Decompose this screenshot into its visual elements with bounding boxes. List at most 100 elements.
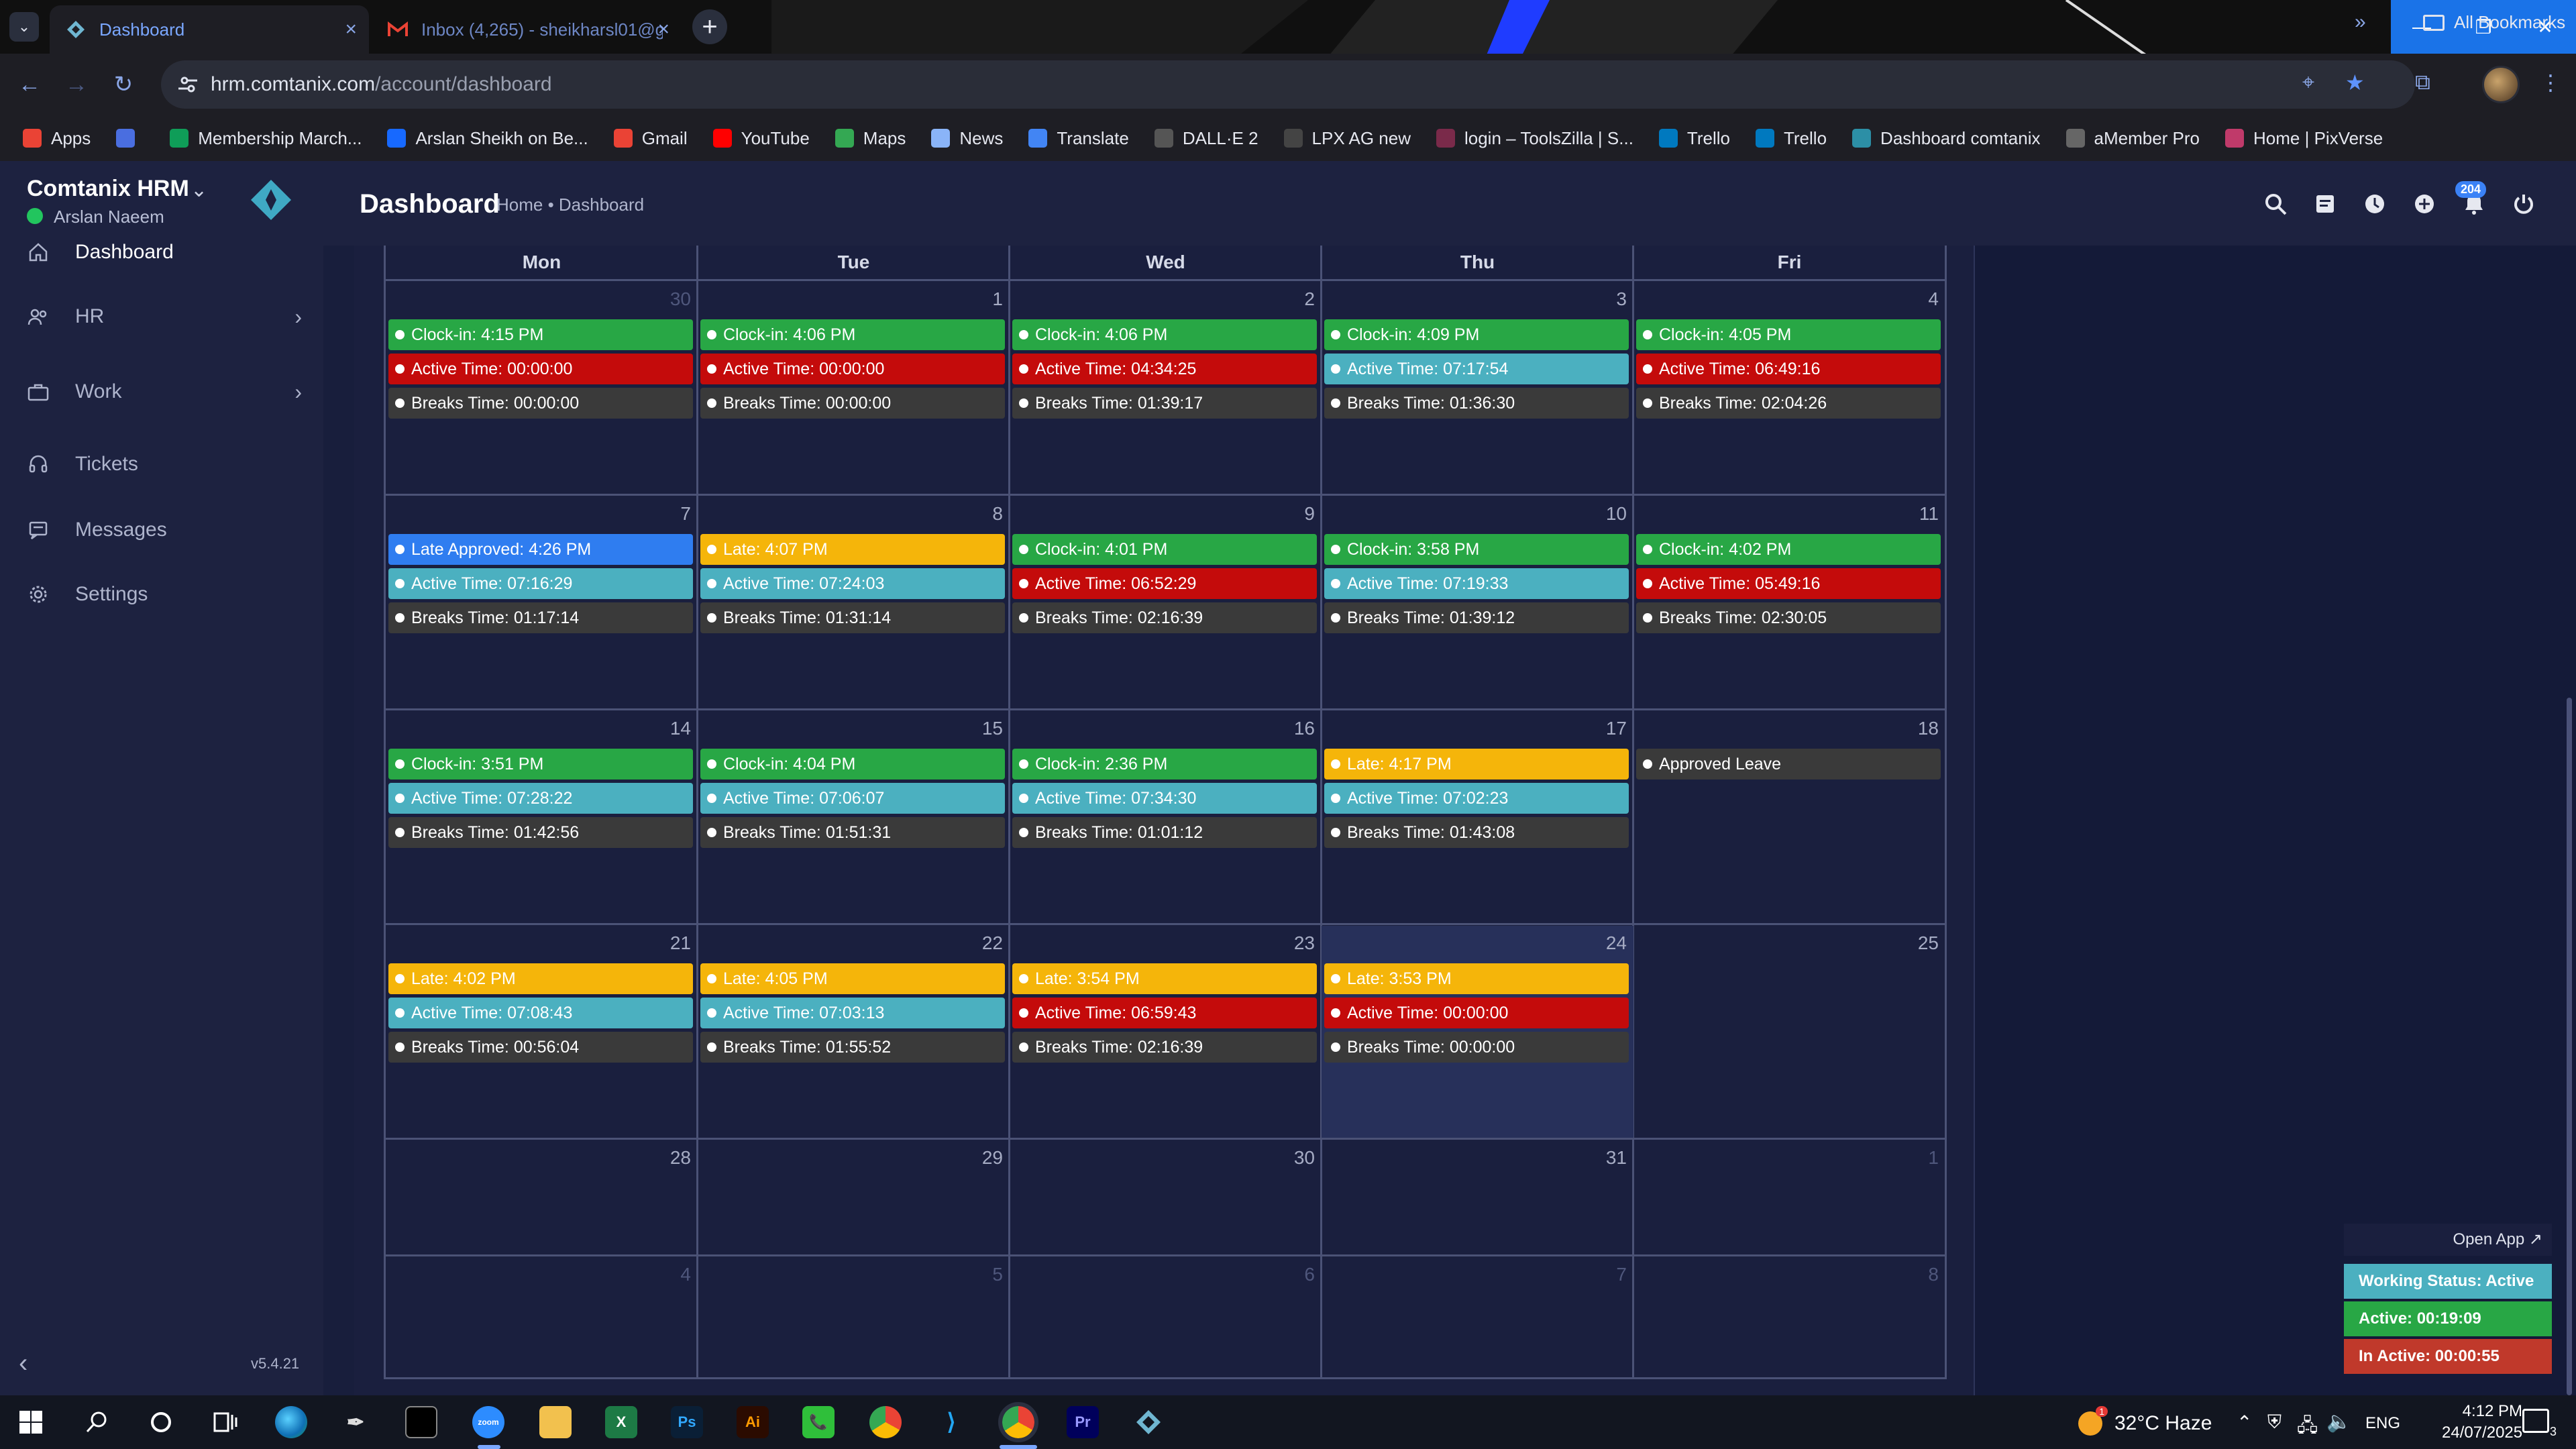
language-indicator[interactable]: ENG: [2365, 1414, 2400, 1433]
sidebar-item-dashboard[interactable]: Dashboard: [0, 225, 323, 279]
calendar-event-breaks[interactable]: Breaks Time: 01:39:12: [1324, 602, 1629, 633]
calendar-event-breaks[interactable]: Breaks Time: 01:55:52: [700, 1032, 1005, 1063]
calendar-event-clockin[interactable]: Clock-in: 4:05 PM: [1636, 319, 1941, 350]
calendar-event-active-red[interactable]: Active Time: 06:59:43: [1012, 998, 1317, 1028]
bookmark-dall-e-2[interactable]: DALL·E 2: [1154, 128, 1258, 149]
calendar-event-active-red[interactable]: Active Time: 04:34:25: [1012, 354, 1317, 384]
calendar-event-breaks[interactable]: Breaks Time: 01:43:08: [1324, 817, 1629, 848]
calendar-event-active-teal[interactable]: Active Time: 07:08:43: [388, 998, 693, 1028]
calendar-event-active-red[interactable]: Active Time: 00:00:00: [1324, 998, 1629, 1028]
volume-icon[interactable]: 🔈: [2326, 1410, 2351, 1434]
calendar-day-cell[interactable]: 23 Late: 3:54 PM Active Time: 06:59:43 Brea…: [1010, 926, 1322, 1138]
calendar-day-cell[interactable]: 4 Clock-in: 4:05 PM Active Time: 06:49:16 B…: [1633, 282, 1945, 494]
calendar-day-cell[interactable]: 9 Clock-in: 4:01 PM Active Time: 06:52:29 B…: [1010, 496, 1322, 708]
collapse-sidebar-icon[interactable]: ‹: [19, 1348, 28, 1379]
calendar-event-active-teal[interactable]: Active Time: 07:03:13: [700, 998, 1005, 1028]
calendar-day-cell[interactable]: 28: [386, 1140, 698, 1254]
calendar-event-breaks[interactable]: Breaks Time: 01:17:14: [388, 602, 693, 633]
bookmark-news[interactable]: News: [931, 128, 1003, 149]
close-tab-icon[interactable]: ×: [657, 18, 669, 41]
calendar-event-leave[interactable]: Approved Leave: [1636, 749, 1941, 780]
calendar-day-cell[interactable]: 22 Late: 4:05 PM Active Time: 07:03:13 Brea…: [698, 926, 1010, 1138]
calendar-day-cell[interactable]: 8: [1633, 1257, 1945, 1377]
bookmark-maps[interactable]: Maps: [835, 128, 906, 149]
reload-icon[interactable]: ↻: [107, 68, 140, 101]
illustrator-icon[interactable]: Ai: [737, 1406, 769, 1438]
calendar-day-cell[interactable]: 25: [1633, 926, 1945, 1138]
comtanix-app-icon[interactable]: [1132, 1406, 1165, 1438]
brand-title[interactable]: Comtanix HRM: [27, 176, 189, 202]
calendar-day-cell[interactable]: 30 Clock-in: 4:15 PM Active Time: 00:00:00…: [386, 282, 698, 494]
bookmark-arslan-sheikh-on-be[interactable]: Arslan Sheikh on Be...: [387, 128, 588, 149]
calendar-event-late-approved[interactable]: Late Approved: 4:26 PM: [388, 534, 693, 565]
calendar-event-breaks[interactable]: Breaks Time: 00:56:04: [388, 1032, 693, 1063]
system-clock[interactable]: 4:12 PM 24/07/2025: [2442, 1401, 2522, 1444]
calendar-event-breaks[interactable]: Breaks Time: 01:42:56: [388, 817, 693, 848]
calendar-day-cell[interactable]: 6: [1010, 1257, 1322, 1377]
address-bar[interactable]: hrm.comtanix.com/account/dashboard: [161, 60, 2415, 109]
calendar-event-active-red[interactable]: Active Time: 06:52:29: [1012, 568, 1317, 599]
calendar-day-cell[interactable]: 16 Clock-in: 2:36 PM Active Time: 07:34:30…: [1010, 711, 1322, 923]
tab-dashboard[interactable]: Dashboard ×: [50, 5, 369, 54]
bookmark-star-icon[interactable]: ★: [2345, 70, 2365, 95]
calendar-event-late[interactable]: Late: 4:05 PM: [700, 963, 1005, 994]
calendar-event-breaks[interactable]: Breaks Time: 00:00:00: [388, 388, 693, 419]
calendar-event-breaks[interactable]: Breaks Time: 02:16:39: [1012, 602, 1317, 633]
profile-avatar[interactable]: [2482, 66, 2520, 103]
location-pin-icon[interactable]: ⌖: [2302, 70, 2314, 95]
calendar-event-active-teal[interactable]: Active Time: 07:02:23: [1324, 783, 1629, 814]
sidebar-item-settings[interactable]: Settings: [0, 568, 323, 621]
bookmark-home-pixverse[interactable]: Home | PixVerse: [2225, 128, 2383, 149]
calendar-day-cell[interactable]: 8 Late: 4:07 PM Active Time: 07:24:03 Break…: [698, 496, 1010, 708]
tab-inbox[interactable]: Inbox (4,265) - sheikharsl01@g ×: [372, 5, 682, 54]
notification-center-icon[interactable]: 3: [2522, 1409, 2557, 1438]
notes-icon[interactable]: [2312, 191, 2339, 217]
calendar-event-breaks[interactable]: Breaks Time: 00:00:00: [700, 388, 1005, 419]
breadcrumb[interactable]: Home • Dashboard: [496, 195, 644, 215]
bookmark-lpx-ag-new[interactable]: LPX AG new: [1283, 128, 1411, 149]
bookmark-apps[interactable]: Apps: [23, 128, 91, 149]
chevron-down-icon[interactable]: ⌄: [191, 178, 207, 202]
bookmark-login-toolszilla-s[interactable]: login – ToolsZilla | S...: [1436, 128, 1633, 149]
close-tab-icon[interactable]: ×: [345, 18, 357, 41]
calendar-day-cell[interactable]: 7: [1322, 1257, 1633, 1377]
calendar-day-cell[interactable]: 21 Late: 4:02 PM Active Time: 07:08:43 Brea…: [386, 926, 698, 1138]
premiere-icon[interactable]: Pr: [1067, 1406, 1099, 1438]
calendar-event-active-red[interactable]: Active Time: 00:00:00: [388, 354, 693, 384]
calendar-day-cell[interactable]: 11 Clock-in: 4:02 PM Active Time: 05:49:16…: [1633, 496, 1945, 708]
calendar-day-cell[interactable]: 10 Clock-in: 3:58 PM Active Time: 07:19:33…: [1322, 496, 1633, 708]
calendar-day-cell[interactable]: 3 Clock-in: 4:09 PM Active Time: 07:17:54 B…: [1322, 282, 1633, 494]
calendar-day-cell[interactable]: 2 Clock-in: 4:06 PM Active Time: 04:34:25 B…: [1010, 282, 1322, 494]
calendar-event-breaks[interactable]: Breaks Time: 02:16:39: [1012, 1032, 1317, 1063]
site-info-icon[interactable]: [177, 74, 199, 95]
bookmark-amember-pro[interactable]: aMember Pro: [2065, 128, 2200, 149]
calendar-event-active-red[interactable]: Active Time: 06:49:16: [1636, 354, 1941, 384]
calendar-event-clockin[interactable]: Clock-in: 3:51 PM: [388, 749, 693, 780]
power-icon[interactable]: [2510, 191, 2537, 217]
task-view-icon[interactable]: [209, 1406, 241, 1438]
calendar-day-cell[interactable]: 4: [386, 1257, 698, 1377]
bookmark-dashboard-comtanix[interactable]: Dashboard comtanix: [1852, 128, 2041, 149]
clock-icon[interactable]: [2361, 191, 2388, 217]
calendar-event-late[interactable]: Late: 3:53 PM: [1324, 963, 1629, 994]
back-arrow-icon[interactable]: ←: [13, 68, 46, 101]
calendar-event-active-teal[interactable]: Active Time: 07:19:33: [1324, 568, 1629, 599]
zoom-app-icon[interactable]: zoom: [472, 1406, 504, 1438]
tray-chevron-up-icon[interactable]: ⌃: [2237, 1411, 2252, 1434]
calendar-day-cell[interactable]: 15 Clock-in: 4:04 PM Active Time: 07:06:07…: [698, 711, 1010, 923]
phone-app-icon[interactable]: 📞: [802, 1406, 835, 1438]
calendar-day-cell[interactable]: 29: [698, 1140, 1010, 1254]
vpn-icon[interactable]: ⛨: [2267, 1411, 2282, 1434]
calendar-event-active-teal[interactable]: Active Time: 07:06:07: [700, 783, 1005, 814]
calendar-day-cell[interactable]: 30: [1010, 1140, 1322, 1254]
vscode-icon[interactable]: ⟩: [935, 1406, 967, 1438]
forward-arrow-icon[interactable]: →: [60, 68, 93, 101]
calendar-event-clockin[interactable]: Clock-in: 4:15 PM: [388, 319, 693, 350]
bookmark-trello[interactable]: Trello: [1658, 128, 1730, 149]
cortana-icon[interactable]: [145, 1406, 177, 1438]
calendar-event-breaks[interactable]: Breaks Time: 01:36:30: [1324, 388, 1629, 419]
calendar-event-clockin[interactable]: Clock-in: 3:58 PM: [1324, 534, 1629, 565]
file-explorer-icon[interactable]: [539, 1406, 572, 1438]
calendar-event-active-red[interactable]: Active Time: 00:00:00: [700, 354, 1005, 384]
new-tab-button[interactable]: +: [692, 9, 727, 44]
